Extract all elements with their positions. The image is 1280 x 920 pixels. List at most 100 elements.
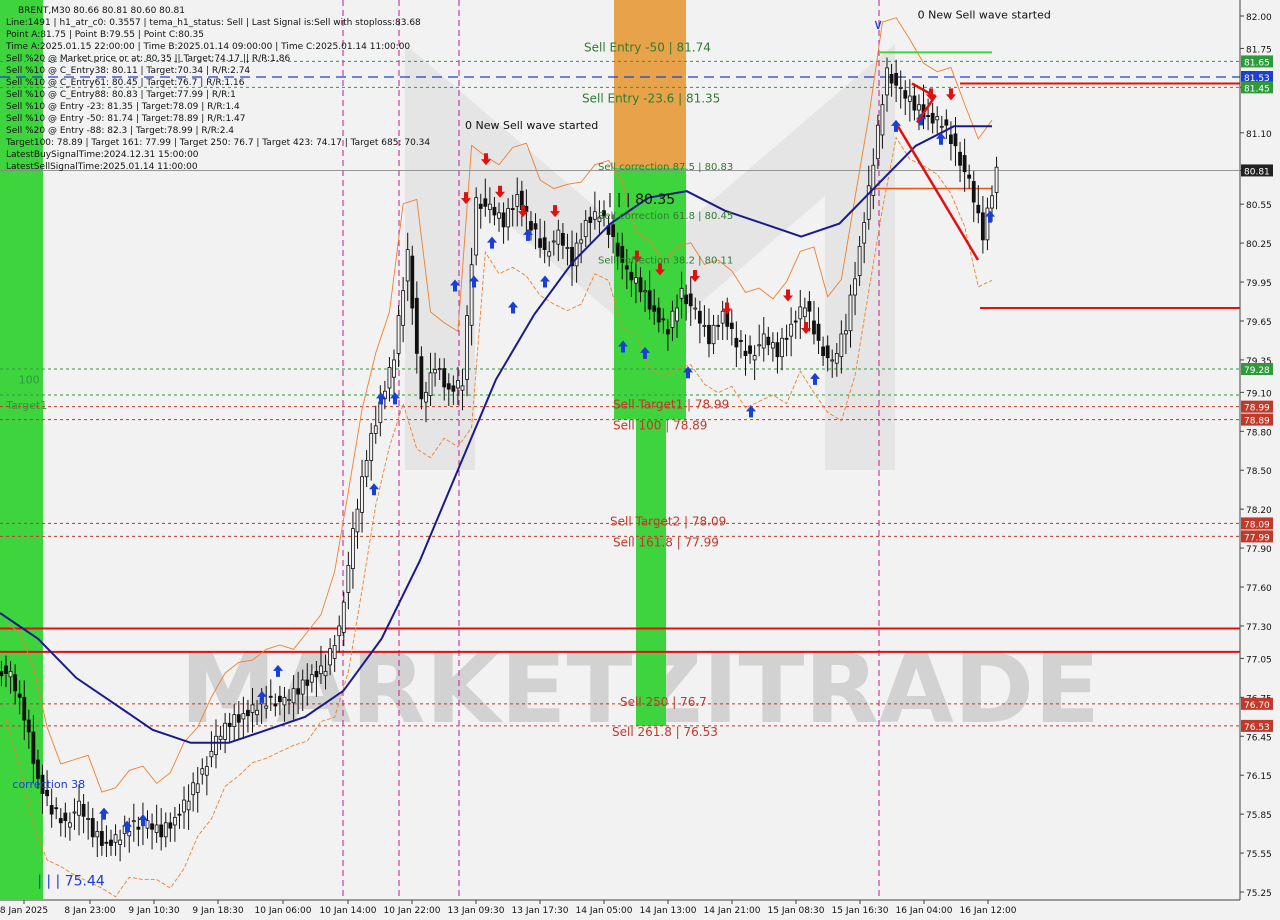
candle-body — [159, 824, 164, 838]
candle-body — [679, 288, 684, 299]
wave-start-marker: ∨ — [873, 17, 883, 33]
annotation-label: Target1 — [5, 399, 47, 412]
candle-body — [99, 831, 104, 846]
candle-body — [990, 195, 994, 209]
candle-body — [460, 385, 465, 391]
y-tick-label: 78.50 — [1246, 467, 1272, 477]
candle-body — [907, 95, 912, 102]
info-line: Sell %10 @ C_Entry61: 80.45 | Target:76.… — [6, 78, 245, 88]
candle-body — [665, 329, 670, 335]
candle-body — [542, 237, 547, 251]
candle-body — [250, 704, 255, 713]
level-label: Sell Entry -23.6 | 81.35 — [582, 91, 720, 105]
candle-body — [405, 249, 410, 282]
candle-body — [789, 323, 794, 337]
candle-body — [711, 324, 716, 345]
candle-body — [268, 695, 273, 698]
candle-body — [629, 271, 634, 281]
price-badge-label: 81.65 — [1244, 58, 1270, 68]
candle-body — [337, 625, 342, 637]
y-tick-label: 77.90 — [1246, 545, 1272, 555]
candle-body — [414, 297, 419, 354]
candle-body — [994, 166, 999, 193]
level-label: Sell correction 38.2 | 80.11 — [598, 255, 733, 266]
candle-body — [13, 674, 18, 692]
price-badge: 81.45 — [1241, 81, 1273, 94]
candle-body — [561, 232, 565, 246]
candle-body — [282, 696, 287, 706]
candle-body — [323, 670, 328, 677]
candle-body — [839, 333, 844, 358]
candle-body — [656, 307, 661, 323]
candle-body — [556, 229, 561, 245]
candle-body — [834, 353, 839, 364]
price-badge-label: 76.53 — [1244, 723, 1270, 733]
candle-body — [131, 820, 136, 823]
x-tick-label: 16 Jan 12:00 — [960, 906, 1017, 916]
price-badge-label: 80.81 — [1244, 167, 1270, 177]
candle-body — [880, 104, 885, 136]
candle-body — [729, 322, 734, 329]
price-badge-label: 78.89 — [1244, 417, 1270, 427]
info-line: LatestBuySignalTime:2024.12.31 15:00:00 — [6, 150, 199, 160]
candle-body — [688, 293, 693, 307]
candle-body — [145, 820, 150, 829]
candle-body — [49, 805, 54, 815]
y-tick-label: 78.20 — [1246, 506, 1272, 516]
candle-body — [410, 255, 415, 309]
y-tick-label: 77.05 — [1246, 655, 1272, 665]
candle-body — [437, 368, 442, 371]
candle-body — [583, 219, 588, 238]
candle-body — [314, 670, 319, 678]
candle-body — [697, 310, 702, 324]
candle-body — [967, 174, 972, 179]
candle-body — [373, 425, 378, 434]
candle-body — [898, 86, 903, 89]
annotation-label: 100 — [19, 373, 40, 386]
x-tick-label: 10 Jan 06:00 — [255, 906, 312, 916]
candle-body — [875, 124, 880, 160]
candle-body — [8, 670, 13, 678]
x-tick-label: 9 Jan 18:30 — [192, 906, 244, 916]
price-chart: MARKETZITRADE ∨ Sell Entry -50 | 81.74Se… — [0, 0, 1273, 916]
candle-body — [830, 359, 835, 362]
candle-body — [821, 346, 826, 356]
candle-body — [807, 301, 812, 312]
candle-body — [953, 133, 958, 147]
candle-body — [396, 315, 401, 354]
candle-body — [341, 601, 346, 633]
annotation-label: | | | 75.44 — [37, 874, 105, 890]
x-tick-label: 10 Jan 22:00 — [384, 906, 441, 916]
candle-body — [939, 125, 944, 128]
candle-body — [802, 307, 807, 318]
candle-body — [223, 722, 228, 740]
candle-body — [565, 247, 570, 249]
candle-body — [702, 324, 707, 327]
candle-body — [844, 330, 848, 335]
candle-body — [364, 460, 369, 478]
candle-body — [195, 783, 200, 793]
y-tick-label: 77.60 — [1246, 584, 1272, 594]
candle-body — [748, 345, 752, 354]
info-line: Sell %10 @ Entry -50: 81.74 | Target:78.… — [6, 114, 245, 124]
candle-body — [241, 713, 246, 720]
candle-body — [378, 401, 383, 424]
x-tick-label: 15 Jan 16:30 — [832, 906, 889, 916]
price-badge: 79.28 — [1241, 362, 1273, 376]
candle-body — [22, 696, 27, 721]
y-tick-label: 81.75 — [1246, 45, 1272, 55]
level-label: Sell correction 61.8 | 80.45 — [598, 211, 733, 222]
candle-body — [716, 324, 721, 327]
candle-body — [277, 695, 282, 703]
candle-body — [693, 307, 698, 310]
level-label: Sell 161.8 | 77.99 — [613, 535, 719, 549]
candle-body — [446, 383, 451, 390]
candle-body — [428, 372, 433, 396]
price-badge-label: 81.45 — [1244, 84, 1270, 94]
candle-body — [962, 155, 967, 173]
candle-body — [793, 320, 798, 323]
price-badge: 77.99 — [1241, 530, 1273, 543]
candle-body — [853, 278, 857, 296]
candle-body — [780, 337, 784, 358]
candle-body — [949, 134, 953, 145]
